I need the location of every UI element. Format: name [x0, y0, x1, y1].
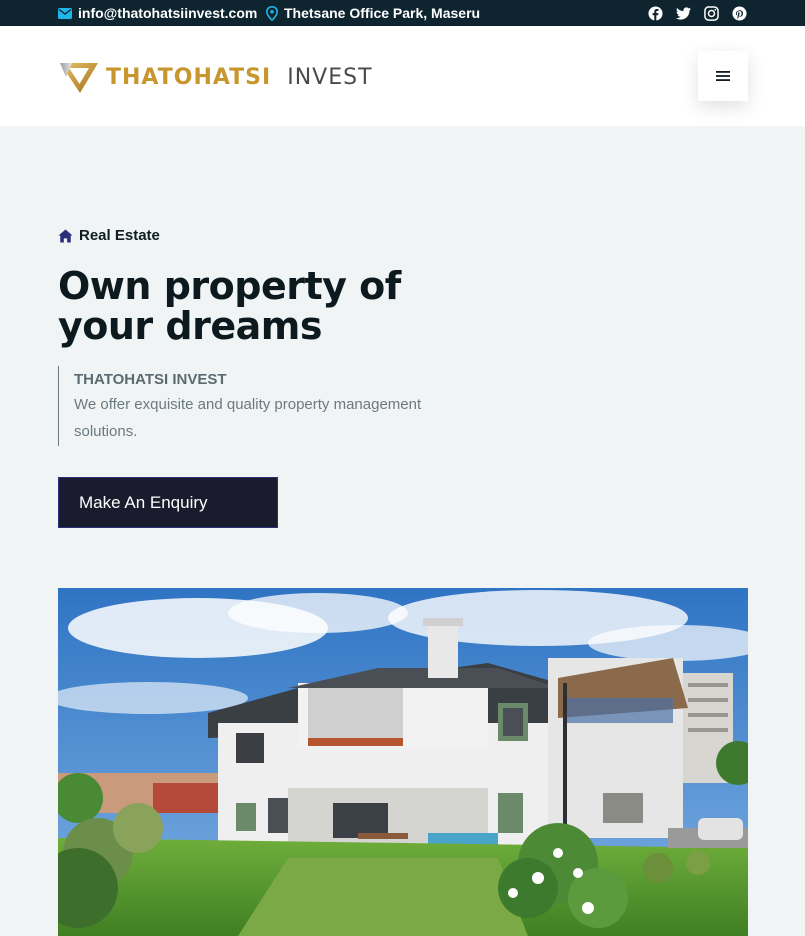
hero-title: Own property of your dreams — [58, 264, 401, 348]
hamburger-icon — [716, 71, 730, 81]
kicker-label: Real Estate — [79, 227, 160, 244]
logo-shield-icon — [60, 63, 98, 93]
address-link[interactable]: Thetsane Office Park, Maseru — [266, 0, 480, 26]
location-pin-icon — [266, 5, 278, 21]
menu-toggle-button[interactable] — [698, 51, 748, 101]
pinterest-icon[interactable] — [731, 5, 747, 21]
site-logo[interactable]: THATOHATSI INVEST — [58, 59, 373, 95]
site-header: THATOHATSI INVEST — [0, 26, 805, 126]
instagram-icon[interactable] — [703, 5, 719, 21]
email-text: info@thatohatsiinvest.com — [78, 5, 258, 21]
quote-title: THATOHATSI INVEST — [74, 371, 227, 388]
facebook-icon[interactable] — [647, 5, 663, 21]
top-bar: info@thatohatsiinvest.com Thetsane Offic… — [0, 0, 805, 26]
make-enquiry-button[interactable]: Make An Enquiry — [58, 477, 278, 528]
logo-brand-text: THATOHATSI — [106, 64, 272, 90]
hero-house-image — [58, 588, 748, 936]
email-link[interactable]: info@thatohatsiinvest.com — [58, 0, 257, 26]
hero-kicker: Real Estate — [58, 227, 160, 244]
mail-icon — [58, 7, 72, 19]
twitter-icon[interactable] — [675, 5, 691, 21]
quote-text: We offer exquisite and quality property … — [74, 396, 422, 440]
logo-sub-text: INVEST — [287, 64, 373, 90]
address-text: Thetsane Office Park, Maseru — [284, 5, 481, 21]
social-links — [647, 0, 747, 26]
hero-quote: THATOHATSI INVEST We offer exquisite and… — [58, 366, 448, 446]
home-icon — [58, 228, 73, 243]
